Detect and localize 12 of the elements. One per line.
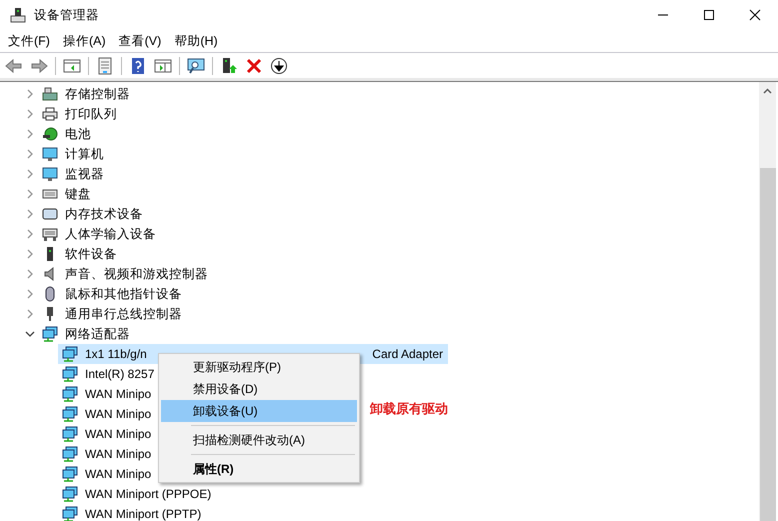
device-name: WAN Minipo <box>84 427 152 441</box>
device-name: WAN Minipo <box>84 447 152 461</box>
device-name: WAN Minipo <box>84 467 152 481</box>
annotation-text: 卸载原有驱动 <box>370 400 448 418</box>
device-name: Card Adapter <box>371 347 444 361</box>
window-title: 设备管理器 <box>34 6 99 24</box>
device-name: Intel(R) 8257 <box>84 367 156 381</box>
device-name: WAN Miniport (PPPOE) <box>84 487 212 501</box>
device-name: WAN Miniport (PPTP) <box>84 507 202 521</box>
device-name: WAN Minipo <box>84 387 152 401</box>
device-name: WAN Minipo <box>84 407 152 421</box>
device-name: 1x1 11b/g/n <box>84 347 148 361</box>
